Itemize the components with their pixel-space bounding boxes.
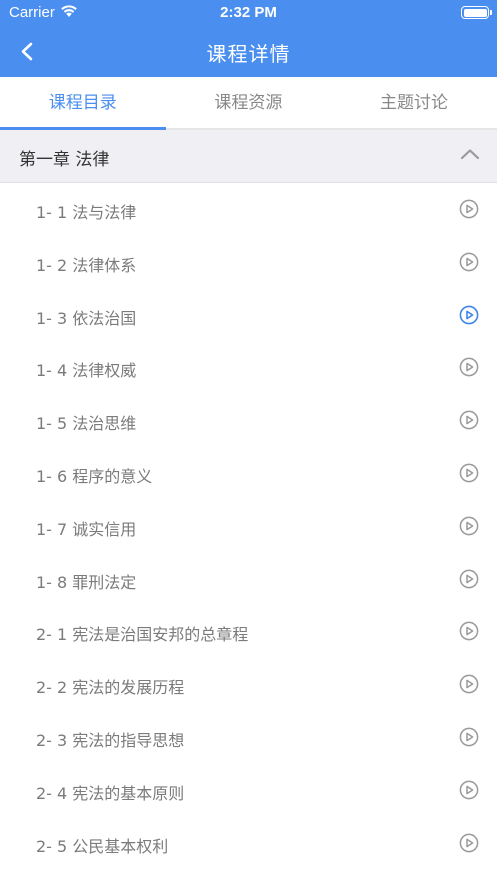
play-circle-icon[interactable] bbox=[459, 516, 479, 536]
lesson-label: 1- 7 诚实信用 bbox=[36, 519, 137, 539]
tab-course-resources[interactable]: 课程资源 bbox=[166, 77, 332, 130]
battery-icon bbox=[461, 6, 492, 19]
lesson-item[interactable]: 2- 1 宪法是治国安邦的总章程 bbox=[0, 605, 497, 658]
play-circle-icon[interactable] bbox=[459, 727, 479, 747]
lesson-item[interactable]: 1- 2 法律体系 bbox=[0, 236, 497, 289]
lesson-item[interactable]: 2- 2 宪法的发展历程 bbox=[0, 658, 497, 711]
play-circle-icon[interactable] bbox=[459, 674, 479, 694]
lesson-item[interactable]: 2- 4 宪法的基本原则 bbox=[0, 764, 497, 817]
play-circle-icon[interactable] bbox=[459, 569, 479, 589]
lesson-item[interactable]: 1- 5 法治思维 bbox=[0, 394, 497, 447]
lesson-label: 2- 1 宪法是治国安邦的总章程 bbox=[36, 625, 249, 645]
lesson-item[interactable]: 1- 8 罪刑法定 bbox=[0, 553, 497, 606]
lesson-label: 1- 8 罪刑法定 bbox=[36, 572, 137, 592]
play-circle-icon[interactable] bbox=[459, 780, 479, 800]
chapter-header[interactable]: 第一章 法律 bbox=[0, 130, 497, 183]
lesson-item[interactable]: 1- 6 程序的意义 bbox=[0, 447, 497, 500]
chapter-title: 第一章 法律 bbox=[19, 150, 110, 170]
lesson-label: 1- 2 法律体系 bbox=[36, 255, 137, 275]
lesson-label: 1- 3 依法治国 bbox=[36, 308, 137, 328]
play-circle-icon[interactable] bbox=[459, 463, 479, 483]
tab-bar: 课程目录 课程资源 主题讨论 bbox=[0, 77, 497, 130]
lesson-list: 1- 1 法与法律 1- 2 法律体系 1- 3 依法治国 1- 4 法律权威 … bbox=[0, 183, 497, 869]
play-circle-icon[interactable] bbox=[459, 410, 479, 430]
nav-bar: 课程详情 bbox=[0, 26, 497, 77]
lesson-item[interactable]: 2- 3 宪法的指导思想 bbox=[0, 711, 497, 764]
lesson-label: 2- 2 宪法的发展历程 bbox=[36, 678, 185, 698]
play-circle-icon[interactable] bbox=[459, 252, 479, 272]
play-circle-icon[interactable] bbox=[459, 621, 479, 641]
lesson-label: 2- 3 宪法的指导思想 bbox=[36, 730, 185, 750]
lesson-label: 1- 5 法治思维 bbox=[36, 414, 137, 434]
status-bar: Carrier 2:32 PM bbox=[0, 0, 497, 26]
lesson-item[interactable]: 1- 4 法律权威 bbox=[0, 341, 497, 394]
tab-topic-discussion[interactable]: 主题讨论 bbox=[331, 77, 497, 130]
page-title: 课程详情 bbox=[206, 42, 291, 66]
lesson-item[interactable]: 1- 7 诚实信用 bbox=[0, 500, 497, 553]
lesson-label: 1- 1 法与法律 bbox=[36, 203, 137, 222]
play-circle-icon[interactable] bbox=[459, 833, 479, 853]
tab-course-catalog[interactable]: 课程目录 bbox=[0, 77, 166, 130]
play-circle-icon[interactable] bbox=[459, 305, 479, 325]
chevron-up-icon[interactable] bbox=[460, 147, 480, 161]
lesson-label: 1- 6 程序的意义 bbox=[36, 466, 153, 486]
lesson-item[interactable]: 1- 1 法与法律 bbox=[0, 183, 497, 236]
lesson-item-active[interactable]: 1- 3 依法治国 bbox=[0, 289, 497, 342]
lesson-item[interactable]: 2- 5 公民基本权利 bbox=[0, 817, 497, 870]
play-circle-icon[interactable] bbox=[459, 199, 479, 219]
lesson-label: 2- 4 宪法的基本原则 bbox=[36, 783, 185, 803]
app-header: Carrier 2:32 PM 课程详情 bbox=[0, 0, 497, 77]
status-time: 2:32 PM bbox=[220, 4, 277, 21]
play-circle-icon[interactable] bbox=[459, 357, 479, 377]
lesson-label: 1- 4 法律权威 bbox=[36, 361, 137, 381]
lesson-label: 2- 5 公民基本权利 bbox=[36, 836, 169, 856]
